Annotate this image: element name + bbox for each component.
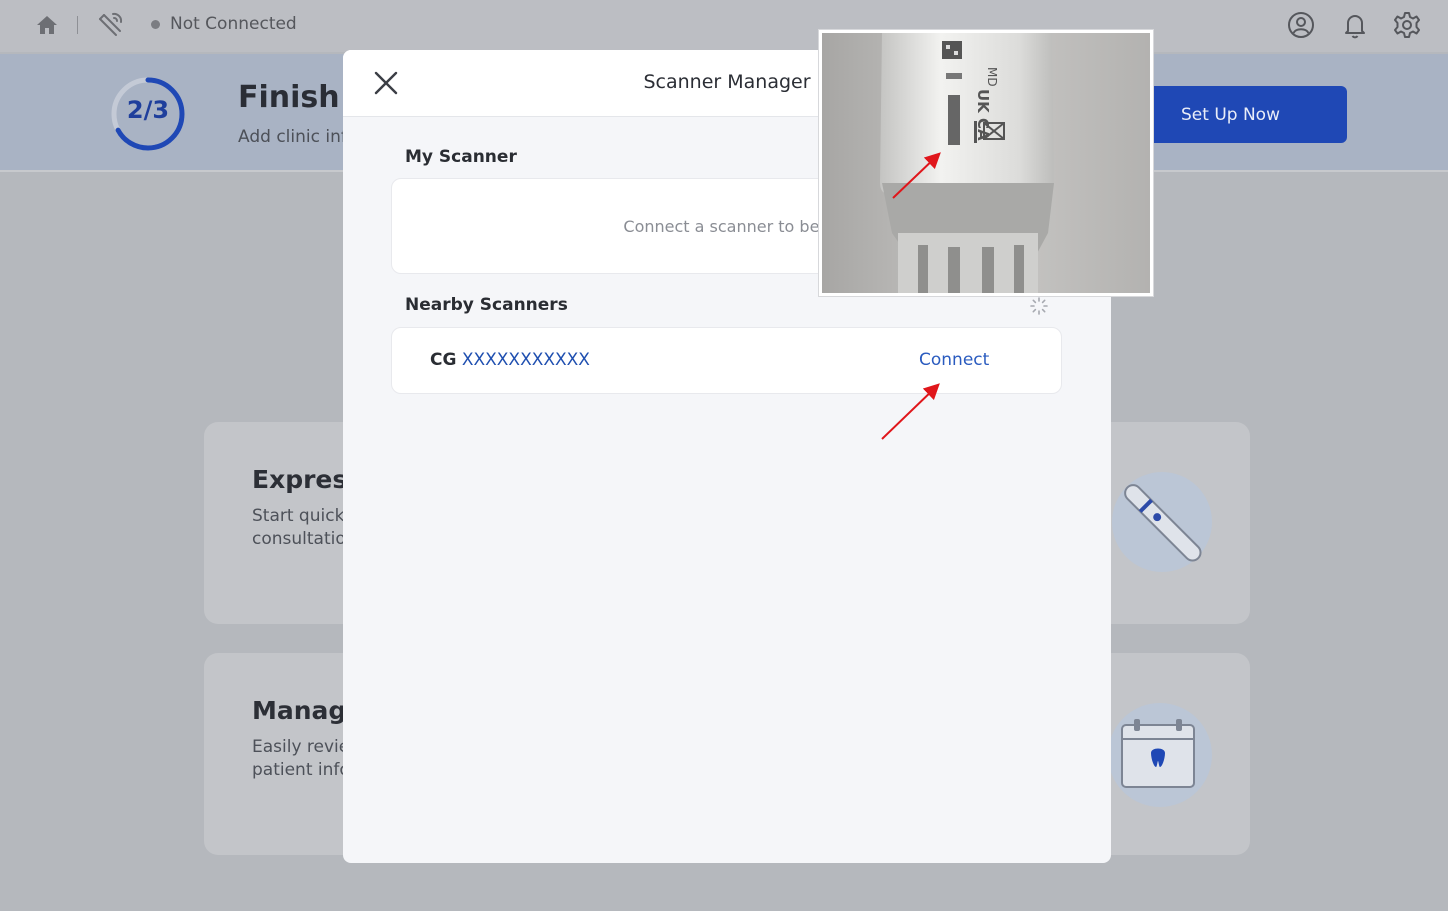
scanner-illustration-icon <box>1112 472 1212 572</box>
my-scanner-label: My Scanner <box>405 147 517 167</box>
scanner-signal-icon[interactable] <box>94 9 126 41</box>
loading-spinner-icon <box>1030 297 1048 315</box>
divider <box>77 16 78 34</box>
banner-subtitle: Add clinic info <box>238 127 344 147</box>
calendar-tooth-icon <box>1108 703 1212 807</box>
card-description: consultation <box>252 529 344 549</box>
scanner-name: CG XXXXXXXXXXX <box>430 350 590 370</box>
home-icon[interactable] <box>34 12 60 38</box>
card-title: Manage <box>252 696 344 725</box>
nearby-scanners-label: Nearby Scanners <box>405 295 568 315</box>
connect-button[interactable]: Connect <box>919 350 989 370</box>
card-description: Easily review <box>252 737 344 757</box>
connection-status-dot <box>151 20 160 29</box>
scanner-model-prefix: CG <box>430 350 457 370</box>
connection-status: Not Connected <box>170 14 297 34</box>
account-icon[interactable] <box>1286 10 1316 40</box>
banner-title: Finish s <box>238 80 344 115</box>
scanner-label-photo: MD UK CA <box>819 30 1153 296</box>
top-bar: Not Connected <box>0 0 1448 52</box>
card-description: patient info <box>252 760 344 780</box>
scanner-photo-image: MD UK CA <box>822 33 1150 293</box>
card-title: Express <box>252 465 344 494</box>
nearby-scanner-item[interactable]: CG XXXXXXXXXXX Connect <box>391 327 1062 394</box>
gear-icon[interactable] <box>1392 10 1422 40</box>
md-mark: MD <box>985 67 999 87</box>
bell-icon[interactable] <box>1340 10 1370 40</box>
scanner-serial-number: XXXXXXXXXXX <box>461 350 590 370</box>
setup-progress-text: 2/3 <box>126 96 170 124</box>
card-description: Start quick s <box>252 506 344 526</box>
